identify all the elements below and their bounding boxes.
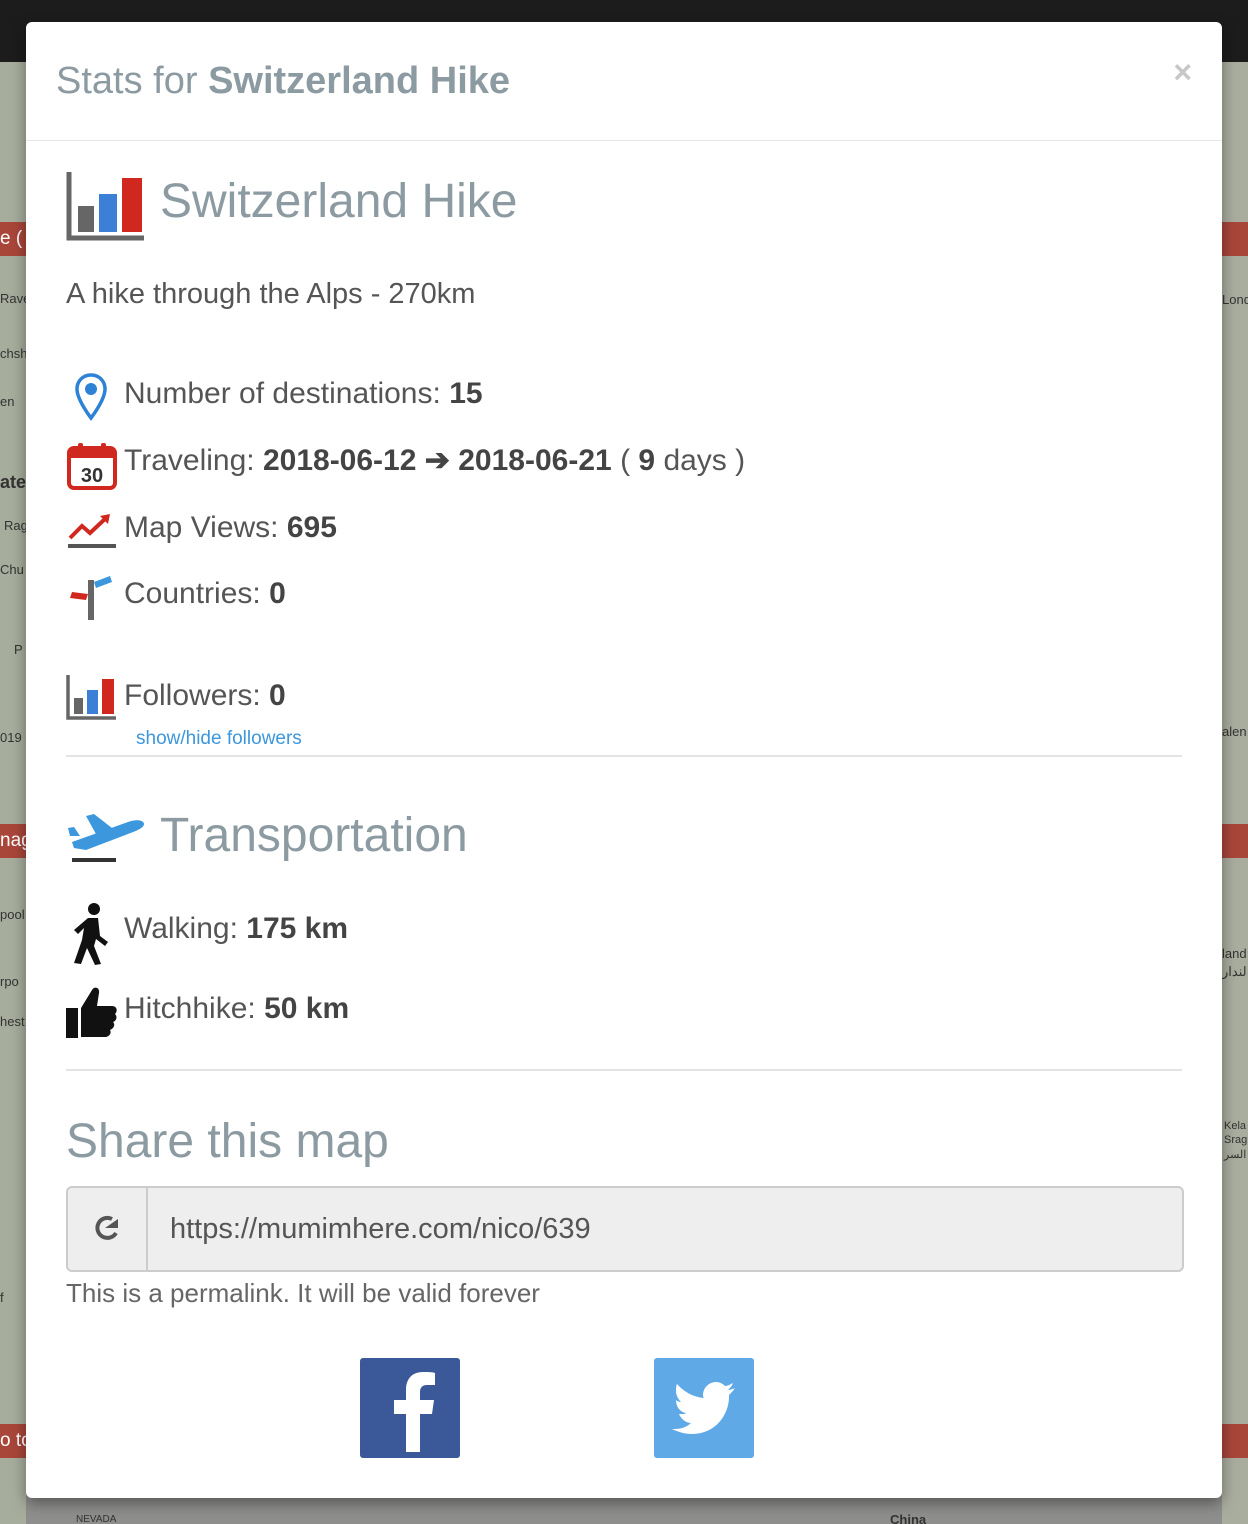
map-right-edge [1222, 62, 1248, 1524]
divider [66, 755, 1182, 757]
destinations-row: Number of destinations: 15 [124, 377, 483, 411]
map-name-heading: Switzerland Hike [160, 175, 518, 228]
twitter-share-button[interactable] [654, 1358, 754, 1458]
transport-value: 175 km [246, 912, 349, 945]
map-label: land [1222, 946, 1247, 961]
traveling-row: Traveling: 2018-06-12 ➔ 2018-06-21 ( 9 d… [124, 443, 745, 478]
map-label: Lond [1222, 292, 1248, 307]
share-url-group [66, 1186, 1202, 1272]
destinations-label: Number of destinations: [124, 377, 441, 410]
followers-value: 0 [269, 679, 286, 712]
map-label: P [14, 642, 23, 657]
map-label: hest [0, 1014, 25, 1029]
map-red-band [1222, 222, 1248, 256]
map-label: Rag [4, 518, 28, 533]
map-label: السر [1224, 1149, 1247, 1161]
map-label: pool [0, 907, 25, 922]
followers-label: Followers: [124, 679, 261, 712]
map-label: f [0, 1290, 4, 1305]
map-views-row: Map Views: 695 [124, 511, 337, 545]
arrow-right-icon: ➔ [424, 444, 450, 477]
days-value: 9 [638, 444, 656, 477]
map-label: لندار [1222, 964, 1247, 979]
transportation-heading: Transportation [160, 809, 468, 862]
map-label: Srag [1224, 1134, 1248, 1146]
transport-label: Hitchhike: [124, 992, 256, 1025]
map-views-value: 695 [286, 511, 337, 544]
map-red-band [1222, 1424, 1248, 1458]
followers-row: Followers: 0 [124, 679, 286, 713]
modal-title: Stats for Switzerland Hike [56, 60, 510, 103]
twitter-icon [672, 1382, 735, 1434]
airplane-icon [66, 806, 146, 871]
countries-value: 0 [269, 577, 286, 610]
trend-up-icon [66, 510, 118, 557]
start-date: 2018-06-12 [262, 444, 417, 477]
map-red-band [1222, 824, 1248, 858]
traveling-label: Traveling: [124, 444, 255, 477]
share-icon [68, 1188, 148, 1270]
stats-modal: Stats for Switzerland Hike × Switzerland… [26, 22, 1222, 1498]
calendar-day-label: 30 [81, 465, 103, 487]
map-label: chsh [0, 346, 28, 361]
share-help-text: This is a permalink. It will be valid fo… [66, 1278, 540, 1308]
days-unit: days ) [663, 444, 746, 477]
countries-row: Countries: 0 [124, 577, 286, 611]
days-open-paren: ( [620, 444, 631, 477]
transport-row-hitchhike: Hitchhike: 50 km [124, 992, 349, 1026]
transport-row-walking: Walking: 175 km [124, 912, 348, 946]
map-description: A hike through the Alps - 270km [66, 278, 476, 310]
facebook-share-button[interactable] [360, 1358, 460, 1458]
walking-icon [68, 902, 112, 971]
end-date: 2018-06-21 [458, 444, 612, 477]
transport-label: Walking: [124, 912, 238, 945]
map-label: rpo [0, 974, 19, 989]
modal-title-name: Switzerland Hike [208, 60, 511, 102]
transport-value: 50 km [264, 992, 350, 1025]
map-label: alen [1222, 724, 1247, 739]
calendar-icon: 30 [66, 442, 118, 495]
share-heading: Share this map [66, 1115, 389, 1168]
countries-label: Countries: [124, 577, 261, 610]
modal-header: Stats for Switzerland Hike × [26, 22, 1222, 141]
map-label: Chu [0, 562, 24, 577]
map-views-label: Map Views: [124, 511, 279, 544]
divider [66, 1069, 1182, 1071]
map-pin-icon [74, 372, 108, 427]
map-label: China [890, 1512, 927, 1524]
map-label: en [0, 394, 15, 409]
modal-title-prefix: Stats for [56, 60, 198, 102]
facebook-icon [394, 1372, 435, 1452]
bar-chart-icon [66, 170, 148, 247]
map-label: ate [0, 472, 27, 492]
thumbs-up-icon [64, 984, 118, 1045]
show-hide-followers-link[interactable]: show/hide followers [136, 728, 302, 750]
destinations-value: 15 [449, 377, 483, 410]
map-label: e ( [0, 228, 23, 249]
share-url-input[interactable] [148, 1188, 1202, 1270]
close-button[interactable]: × [1173, 56, 1192, 88]
map-label: Kela [1224, 1120, 1247, 1132]
map-label: NEVADA [76, 1514, 117, 1524]
signpost-icon [66, 574, 118, 627]
followers-chart-icon [66, 674, 118, 725]
